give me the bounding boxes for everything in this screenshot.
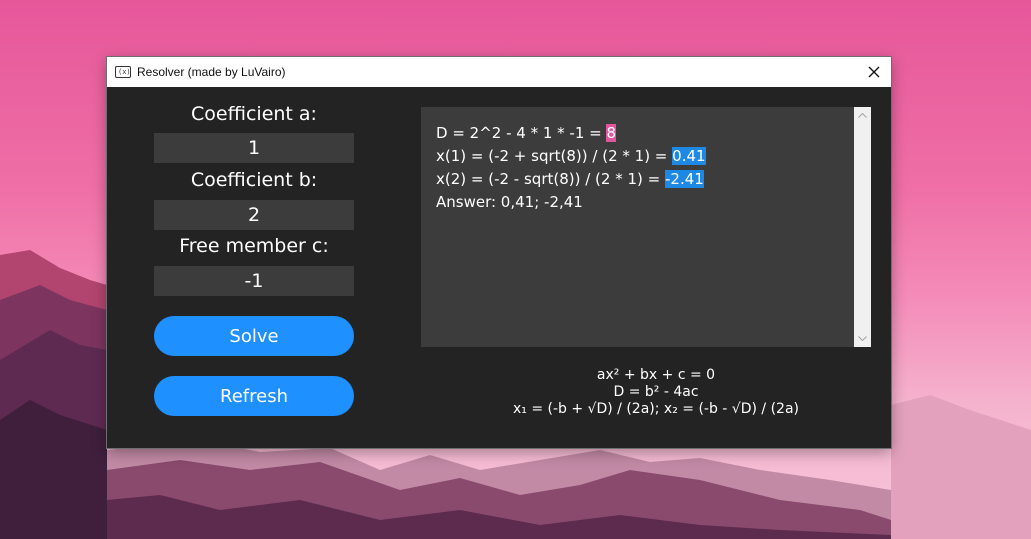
root2-value: -2.41 [665,170,704,188]
app-icon: (x) [115,66,131,78]
coefficient-b-input[interactable] [154,200,354,230]
coefficient-a-label: Coefficient a: [191,103,317,125]
discriminant-value: 8 [606,124,617,142]
close-icon [868,66,880,78]
scroll-down-icon[interactable] [854,330,871,347]
window-title: Resolver (made by LuVairo) [137,65,286,79]
root2-line: x(2) = (-2 - sqrt(8)) / (2 * 1) = -2.41 [436,170,704,188]
discriminant-formula: D = b² - 4ac [613,384,699,400]
free-member-c-input[interactable] [154,266,354,296]
solve-button[interactable]: Solve [154,316,354,356]
answer-line: Answer: 0,41; -2,41 [436,193,583,211]
root1-value: 0.41 [672,147,706,165]
resolver-window: (x) Resolver (made by LuVairo) Coefficie… [107,57,891,448]
scroll-up-icon[interactable] [854,107,871,124]
close-button[interactable] [857,57,891,87]
solution-text: D = 2^2 - 4 * 1 * -1 = 8 x(1) = (-2 + sq… [436,122,706,214]
quadratic-equation-formula: ax² + bx + c = 0 [596,367,716,383]
free-member-c-label: Free member c: [179,235,329,257]
coefficient-a-input[interactable] [154,133,354,163]
formula-reference: ax² + bx + c = 0 D = b² - 4ac x₁ = (-b +… [421,367,891,418]
vertical-scrollbar[interactable] [854,107,871,347]
root1-line: x(1) = (-2 + sqrt(8)) / (2 * 1) = 0.41 [436,147,706,165]
roots-formula: x₁ = (-b + √D) / (2a); x₂ = (-b - √D) / … [513,401,799,417]
discriminant-line: D = 2^2 - 4 * 1 * -1 = 8 [436,124,617,142]
solution-output[interactable]: D = 2^2 - 4 * 1 * -1 = 8 x(1) = (-2 + sq… [421,107,871,347]
title-bar[interactable]: (x) Resolver (made by LuVairo) [107,57,891,87]
refresh-button[interactable]: Refresh [154,376,354,416]
coefficient-b-label: Coefficient b: [190,169,318,191]
